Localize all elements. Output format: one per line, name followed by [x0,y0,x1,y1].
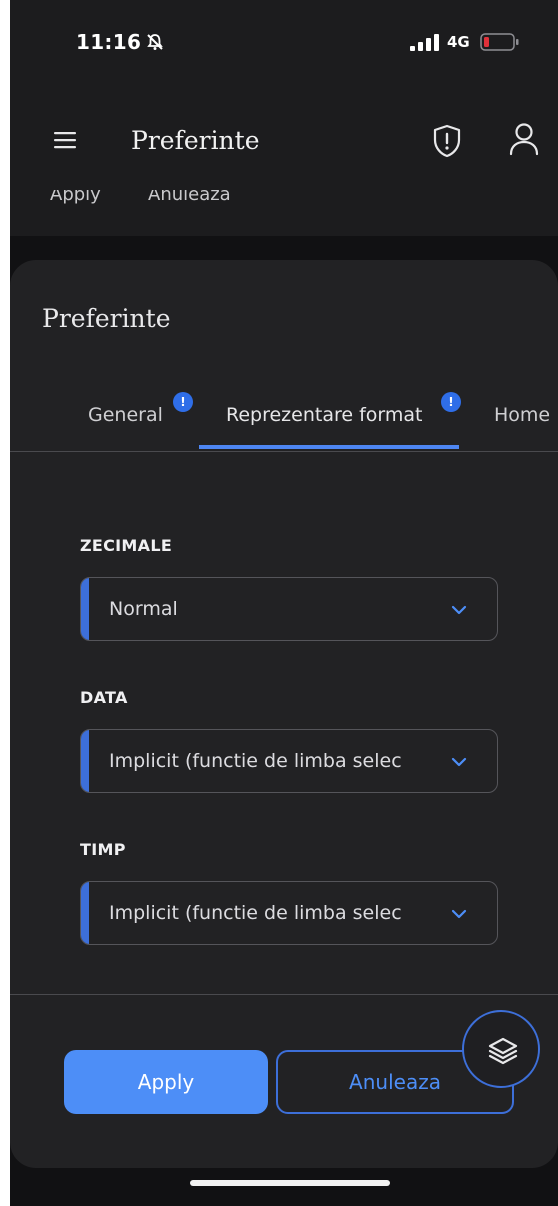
decimals-value: Normal [109,598,178,620]
date-format-value: Implicit (functie de limba selec [109,750,402,772]
preferences-dialog: Preferinte General ! Reprezentare format… [10,260,558,1168]
tab-bar: General ! Reprezentare format ! Home [10,380,558,452]
dialog-title: Preferinte [42,304,171,333]
time-label: TIMP [80,840,126,859]
shield-icon[interactable] [430,124,464,158]
user-icon[interactable] [508,122,540,156]
footer-divider [10,994,558,995]
background-cancel-label: Anuleaza [148,190,231,205]
signal-icon [410,34,439,51]
active-tab-indicator [199,445,459,449]
date-label: DATA [80,688,128,707]
background-action-bar: Apply Anuleaza [10,190,558,236]
chevron-down-icon [451,909,467,919]
status-time: 11:16 [76,30,142,54]
layers-button[interactable] [462,1010,540,1088]
date-format-select[interactable]: Implicit (functie de limba selec [80,729,498,793]
tab-reprezentare-format-badge: ! [441,392,461,412]
background-apply-label: Apply [50,190,101,205]
network-type: 4G [447,33,470,51]
tab-general[interactable]: General [88,404,163,426]
tab-general-badge: ! [173,392,193,412]
tab-home[interactable]: Home [494,404,550,426]
battery-icon [480,33,519,51]
app-header: Preferinte [10,90,558,190]
bell-off-icon [147,34,163,50]
status-bar: 11:16 4G [10,0,558,90]
time-format-value: Implicit (functie de limba selec [109,902,402,924]
layers-icon [488,1037,518,1065]
chevron-down-icon [451,605,467,615]
chevron-down-icon [451,757,467,767]
page-title: Preferinte [131,126,260,155]
hamburger-icon[interactable] [54,131,76,149]
apply-button[interactable]: Apply [64,1050,268,1114]
tab-reprezentare-format[interactable]: Reprezentare format [226,404,423,426]
phone-screen: 11:16 4G Preferinte Apply Anuleaza Prefe… [10,0,558,1206]
time-format-select[interactable]: Implicit (functie de limba selec [80,881,498,945]
decimals-select[interactable]: Normal [80,577,498,641]
decimals-label: ZECIMALE [80,536,173,555]
home-indicator[interactable] [190,1180,390,1186]
